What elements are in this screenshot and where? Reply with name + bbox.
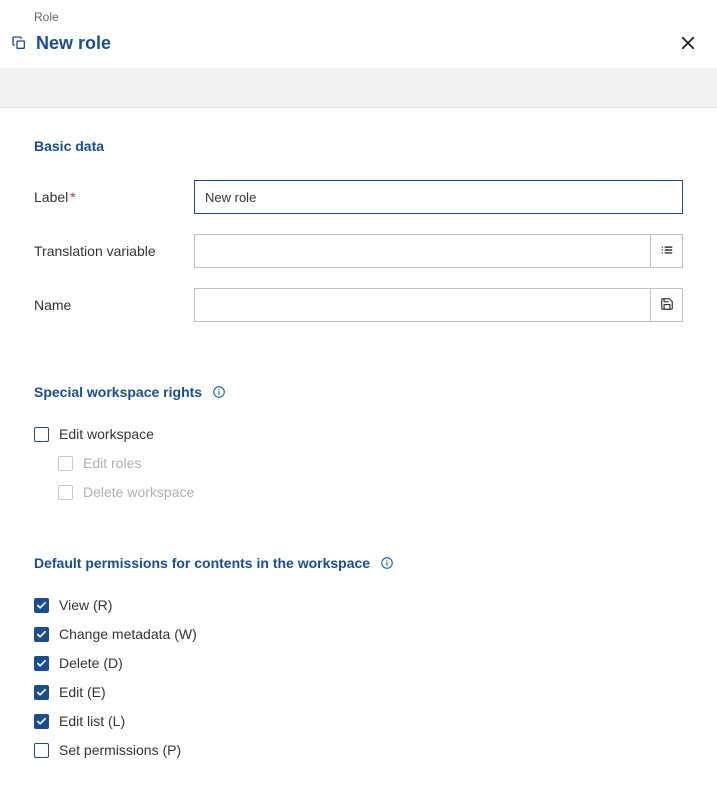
special-right-1-row: Edit roles [34, 455, 683, 471]
permission-4-row: Edit list (L) [34, 713, 683, 729]
permission-3-label: Edit (E) [59, 684, 106, 700]
field-row-name: Name [34, 288, 683, 322]
section-heading-special-workspace-rights: Special workspace rights [34, 384, 683, 400]
section-heading-basic-data: Basic data [34, 138, 683, 154]
special-right-0-label: Edit workspace [59, 426, 154, 442]
list-icon [660, 243, 674, 260]
special-right-1-label: Edit roles [83, 455, 141, 471]
copy-icon [10, 34, 28, 52]
breadcrumb: Role [0, 0, 717, 28]
permission-2-label: Delete (D) [59, 655, 123, 671]
name-input[interactable] [194, 288, 651, 322]
permission-0-row: View (R) [34, 597, 683, 613]
translation-variable-input[interactable] [194, 234, 651, 268]
toolbar-spacer [0, 68, 717, 108]
permission-5-checkbox[interactable] [34, 743, 49, 758]
translation-variable-picker-button[interactable] [651, 234, 683, 268]
field-row-translation-variable: Translation variable [34, 234, 683, 268]
permission-5-label: Set permissions (P) [59, 742, 181, 758]
special-right-0-checkbox[interactable] [34, 427, 49, 442]
permission-1-label: Change metadata (W) [59, 626, 197, 642]
permission-2-row: Delete (D) [34, 655, 683, 671]
info-icon[interactable] [212, 385, 226, 399]
permission-0-label: View (R) [59, 597, 112, 613]
permission-1-checkbox[interactable] [34, 627, 49, 642]
special-right-1-checkbox [58, 456, 73, 471]
permission-0-checkbox[interactable] [34, 598, 49, 613]
permission-2-checkbox[interactable] [34, 656, 49, 671]
required-asterisk: * [70, 189, 75, 205]
special-right-2-checkbox [58, 485, 73, 500]
field-label-name: Name [34, 297, 194, 313]
field-row-label: Label* [34, 180, 683, 214]
name-save-button[interactable] [651, 288, 683, 322]
save-icon [660, 297, 674, 314]
permission-1-row: Change metadata (W) [34, 626, 683, 642]
permission-4-checkbox[interactable] [34, 714, 49, 729]
field-label-translation-variable: Translation variable [34, 243, 194, 259]
page-header: New role [0, 28, 717, 68]
permission-4-label: Edit list (L) [59, 713, 125, 729]
special-right-0-row: Edit workspace [34, 426, 683, 442]
special-right-2-label: Delete workspace [83, 484, 194, 500]
info-icon[interactable] [380, 556, 394, 570]
field-label-label: Label* [34, 189, 194, 205]
permission-3-checkbox[interactable] [34, 685, 49, 700]
permission-3-row: Edit (E) [34, 684, 683, 700]
page-title: New role [36, 33, 677, 54]
section-heading-default-permissions: Default permissions for contents in the … [34, 555, 683, 571]
special-right-2-row: Delete workspace [34, 484, 683, 500]
close-button[interactable] [677, 32, 699, 54]
permission-5-row: Set permissions (P) [34, 742, 683, 758]
label-input[interactable] [194, 180, 683, 214]
